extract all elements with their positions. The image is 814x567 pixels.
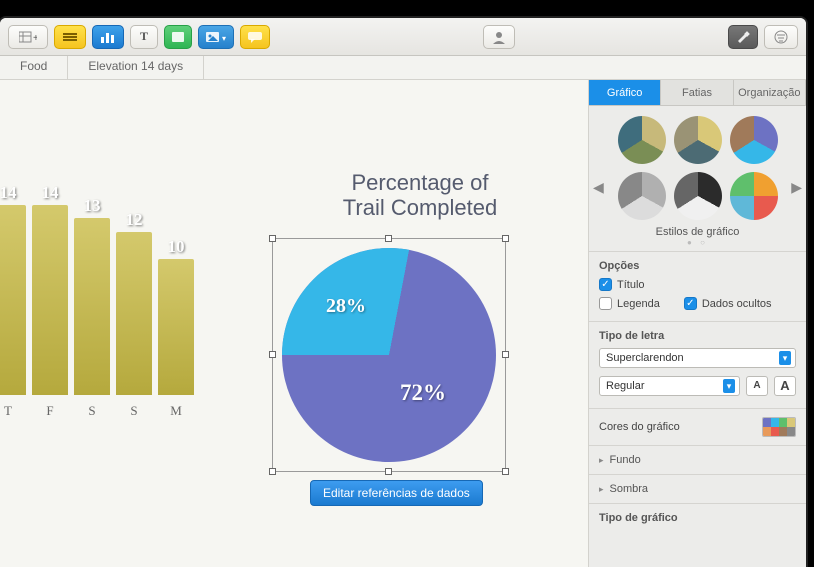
plus-icon: + — [33, 33, 37, 44]
chart-type-section: Tipo de gráfico — [589, 503, 806, 538]
app-window: + T ▾ Food Elevation 14 days — [0, 18, 806, 567]
bar-value: 13 — [84, 196, 101, 216]
bar-category: M — [158, 403, 194, 419]
sheet-tab-bar: Food Elevation 14 days — [0, 56, 806, 80]
inspector-panel: Gráfico Fatias Organização ◀ ▶ Estilos d… — [588, 80, 806, 567]
font-family-select[interactable]: Superclarendon — [599, 348, 796, 368]
bar-chart[interactable]: 14 14 13 12 10 T F S S M — [0, 205, 220, 419]
chart-colors-button[interactable] — [762, 417, 796, 437]
chart-style-option[interactable] — [730, 172, 778, 220]
hidden-data-checkbox[interactable]: ✓ — [684, 297, 697, 310]
pie-label-28: 28% — [326, 295, 366, 318]
styles-prev-arrow[interactable]: ◀ — [593, 179, 604, 196]
legend-checkbox[interactable] — [599, 297, 612, 310]
resize-handle[interactable] — [385, 235, 392, 242]
page-dots: ● ○ — [609, 238, 786, 247]
tab-arrange[interactable]: Organização — [734, 80, 806, 105]
add-sheet-button[interactable]: + — [8, 25, 48, 49]
chart-colors-label: Cores do gráfico — [599, 421, 680, 433]
options-section: Opções ✓ Título Legenda ✓ Dados ocultos — [589, 251, 806, 321]
sheet-tab-elevation[interactable]: Elevation 14 days — [68, 56, 204, 79]
tab-chart[interactable]: Gráfico — [589, 80, 661, 105]
chart-type-heading: Tipo de gráfico — [599, 512, 796, 524]
bar-value: 14 — [42, 183, 59, 203]
styles-next-arrow[interactable]: ▶ — [791, 179, 802, 196]
sheet-tab-food[interactable]: Food — [0, 56, 68, 79]
font-size-decrease-button[interactable]: A — [746, 376, 768, 396]
insert-shape-button[interactable] — [164, 25, 192, 49]
list-icon — [61, 31, 79, 43]
pie-label-72: 72% — [400, 380, 446, 406]
bar-value: 14 — [0, 183, 17, 203]
format-button[interactable] — [728, 25, 758, 49]
pie-chart[interactable] — [282, 248, 496, 462]
insert-text-button[interactable]: T — [130, 25, 158, 49]
bar-value: 10 — [168, 237, 185, 257]
bar-category: S — [116, 403, 152, 419]
shape-icon — [171, 31, 185, 43]
chart-style-option[interactable] — [674, 116, 722, 164]
organize-button[interactable] — [764, 25, 798, 49]
person-icon — [490, 30, 508, 44]
resize-handle[interactable] — [502, 351, 509, 358]
sort-icon — [772, 30, 790, 44]
options-heading: Opções — [599, 260, 796, 272]
bar-chart-icon — [99, 31, 117, 43]
font-weight-select[interactable]: Regular — [599, 376, 740, 396]
font-size-increase-button[interactable]: A — [774, 376, 796, 396]
tab-slices[interactable]: Fatias — [661, 80, 733, 105]
font-heading: Tipo de letra — [599, 330, 796, 342]
title-checkbox-label: Título — [617, 279, 645, 291]
collab-button[interactable] — [483, 25, 515, 49]
resize-handle[interactable] — [385, 468, 392, 475]
image-icon: ▾ — [205, 31, 227, 43]
resize-handle[interactable] — [269, 351, 276, 358]
inspector-tabs: Gráfico Fatias Organização — [589, 80, 806, 106]
chart-style-option[interactable] — [674, 172, 722, 220]
pie-chart-title[interactable]: Percentage of Trail Completed — [290, 170, 550, 221]
canvas[interactable]: 14 14 13 12 10 T F S S M Percentage of T… — [0, 80, 588, 567]
brush-icon — [735, 30, 751, 44]
resize-handle[interactable] — [269, 468, 276, 475]
bar-category: S — [74, 403, 110, 419]
pie-slice-28 — [282, 248, 496, 462]
insert-comment-button[interactable] — [240, 25, 270, 49]
background-disclosure[interactable]: Fundo — [589, 445, 806, 474]
title-checkbox[interactable]: ✓ — [599, 278, 612, 291]
hidden-data-checkbox-label: Dados ocultos — [702, 298, 772, 310]
toolbar: + T ▾ — [0, 18, 806, 56]
svg-text:▾: ▾ — [222, 34, 226, 43]
bar-category: T — [0, 403, 26, 419]
resize-handle[interactable] — [502, 235, 509, 242]
font-section: Tipo de letra Superclarendon Regular A A — [589, 321, 806, 408]
chart-style-option[interactable] — [730, 116, 778, 164]
comment-icon — [247, 31, 263, 43]
shadow-disclosure[interactable]: Sombra — [589, 474, 806, 503]
chart-style-option[interactable] — [618, 116, 666, 164]
bar-category: F — [32, 403, 68, 419]
edit-data-references-button[interactable]: Editar referências de dados — [310, 480, 483, 506]
resize-handle[interactable] — [502, 468, 509, 475]
chart-style-option[interactable] — [618, 172, 666, 220]
chart-colors-section: Cores do gráfico — [589, 408, 806, 445]
styles-label: Estilos de gráfico — [609, 226, 786, 238]
resize-handle[interactable] — [269, 235, 276, 242]
bar-value: 12 — [126, 210, 143, 230]
chart-styles: ◀ ▶ Estilos de gráfico ● ○ — [589, 106, 806, 251]
insert-media-button[interactable]: ▾ — [198, 25, 234, 49]
legend-checkbox-label: Legenda — [617, 298, 660, 310]
insert-chart-button[interactable] — [92, 25, 124, 49]
view-button[interactable] — [54, 25, 86, 49]
